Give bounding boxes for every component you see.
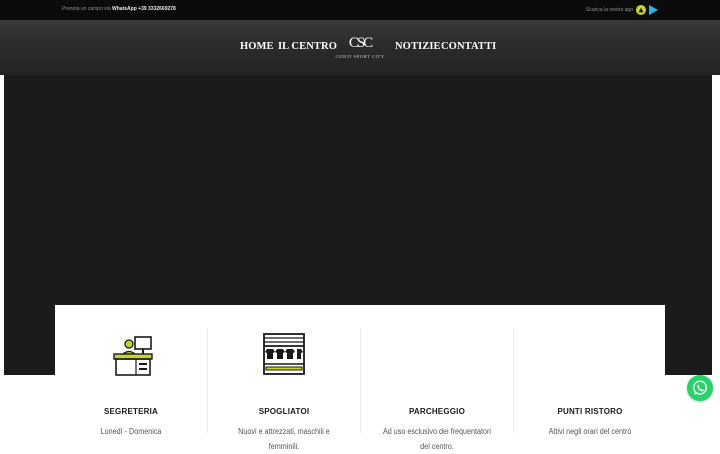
feature-spogliatoi: SPOGLIATOI Nuovi e attrezzati, maschili …: [208, 328, 361, 451]
feature-parcheggio: PARCHEGGIO Ad uso esclusivo dei frequent…: [361, 328, 514, 451]
booking-phone[interactable]: +39 3332669278: [138, 6, 176, 12]
booking-text: Prenota un campo via: [62, 6, 111, 12]
feature-title: SEGRETERIA: [103, 407, 158, 416]
app-download: Scarica la nostra app: [586, 4, 658, 16]
feature-segreteria: SEGRETERIA Lunedì - Domenica: [55, 328, 208, 436]
booking-channel[interactable]: WhatsApp: [112, 6, 137, 12]
parking-icon: [415, 332, 459, 376]
app-store-icon[interactable]: [636, 5, 646, 15]
feature-description: Attivi negli orari del centro: [548, 427, 632, 436]
nav-il-centro[interactable]: IL CENTRO: [278, 41, 337, 52]
feature-punti-ristoro: PUNTI RISTORO Attivi negli orari del cen…: [514, 328, 666, 436]
features-card: SEGRETERIA Lunedì - Domenica SPOGLIATOI …: [55, 305, 666, 451]
logo-name: CONTI SPORT CITY: [335, 54, 385, 59]
nav-notizie[interactable]: NOTIZIE: [395, 41, 441, 52]
whatsapp-icon: [692, 380, 708, 395]
app-download-text: Scarica la nostra app: [586, 7, 633, 13]
nav-contatti[interactable]: CONTATTI: [441, 41, 496, 52]
main-header: HOME IL CENTRO CSC CONTI SPORT CITY NOTI…: [0, 20, 720, 75]
top-bar: Prenota un campo via WhatsApp +39 333266…: [0, 0, 720, 20]
whatsapp-chat-button[interactable]: [687, 375, 713, 401]
logo-monogram: CSC: [348, 35, 373, 51]
feature-description: Lunedì - Domenica: [100, 427, 162, 436]
google-play-icon[interactable]: [649, 5, 658, 15]
refreshment-icon: [568, 332, 612, 376]
locker-room-icon: [262, 332, 306, 376]
nav-home[interactable]: HOME: [240, 41, 274, 52]
booking-info: Prenota un campo via WhatsApp +39 333266…: [62, 6, 176, 12]
feature-title: PARCHEGGIO: [408, 407, 466, 416]
site-logo[interactable]: CSC CONTI SPORT CITY: [335, 35, 385, 63]
reception-desk-icon: [109, 332, 153, 376]
feature-title: PUNTI RISTORO: [557, 407, 623, 416]
feature-title: SPOGLIATOI: [258, 407, 310, 416]
